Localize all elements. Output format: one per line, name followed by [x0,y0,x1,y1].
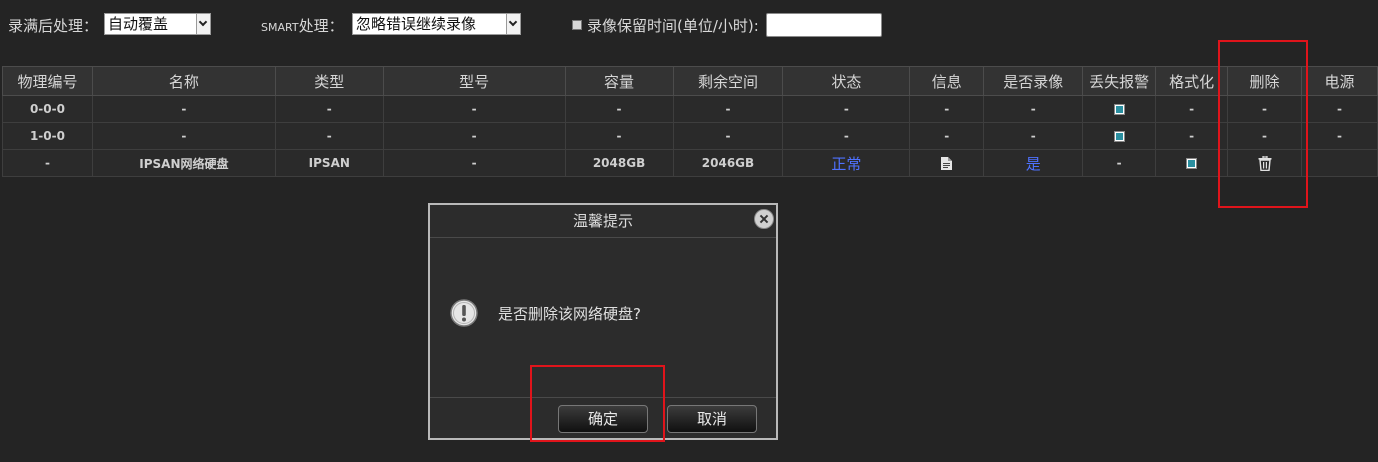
cell-lost-alarm [1082,122,1157,150]
col-header-type: 类型 [274,66,384,96]
cell-physical-id: 1-0-0 [2,122,93,150]
col-header-capacity: 容量 [564,66,674,96]
cell-physical-id: 0-0-0 [2,95,93,123]
confirm-delete-dialog: 温馨提示 是否删除该网络硬盘? 确定 取消 [428,203,778,440]
smart-label-suffix: 处理： [298,17,344,35]
overwrite-label: 录满后处理： [8,17,99,35]
cell-power: - [1300,122,1378,150]
cell-capacity: - [564,122,674,150]
cell-delete [1227,149,1302,177]
cell-free-space: 2046GB [672,149,784,177]
warning-icon [450,299,478,327]
cell-free-space: - [672,122,784,150]
cell-model: - [382,149,566,177]
cell-info: - [909,95,985,123]
col-header-delete: 删除 [1227,66,1302,96]
cell-recording: - [983,95,1084,123]
col-header-status: 状态 [782,66,911,96]
dialog-title: 温馨提示 [430,205,776,238]
cell-format: - [1155,95,1229,123]
cell-format [1155,149,1229,177]
cell-lost-alarm: - [1082,149,1157,177]
cell-format: - [1155,122,1229,150]
overwrite-select[interactable]: 自动覆盖 [104,13,211,35]
confirm-button[interactable]: 确定 [558,405,648,433]
col-header-format: 格式化 [1155,66,1229,96]
cell-status: - [782,122,911,150]
disk-management-page: 录满后处理： 自动覆盖 SMART处理： 忽略错误继续录像 录像保留时间(单位/… [0,0,1378,462]
cell-info: - [909,122,985,150]
cell-power: - [1300,95,1378,123]
chevron-down-icon [506,14,520,34]
cell-name: - [91,122,276,150]
cell-type: - [274,95,384,123]
cell-delete: - [1227,95,1302,123]
dialog-message: 是否删除该网络硬盘? [498,305,641,323]
cell-status[interactable]: 正常 [782,149,911,177]
lost-alarm-checkbox[interactable] [1113,131,1125,142]
dialog-divider [430,397,776,398]
col-header-physical-id: 物理编号 [2,66,93,96]
format-checkbox[interactable] [1186,158,1198,169]
cell-model: - [382,95,566,123]
col-header-free-space: 剩余空间 [672,66,784,96]
col-header-recording: 是否录像 [983,66,1084,96]
col-header-name: 名称 [91,66,276,96]
smart-select[interactable]: 忽略错误继续录像 [352,13,521,35]
trash-icon[interactable] [1258,155,1272,171]
cell-physical-id: - [2,149,93,177]
cell-model: - [382,122,566,150]
smart-label-prefix: SMART [261,21,299,34]
smart-select-value: 忽略错误继续录像 [356,15,477,33]
cell-info [909,149,985,177]
cell-delete: - [1227,122,1302,150]
retention-label: 录像保留时间(单位/小时): [587,17,759,35]
smart-label: SMART处理： [261,15,344,36]
table-row: 1-0-0 - - - - - - - - - - - [2,122,1378,150]
col-header-lost-alarm: 丢失报警 [1082,66,1157,96]
document-icon[interactable] [941,157,953,170]
col-header-model: 型号 [382,66,566,96]
overwrite-select-value: 自动覆盖 [108,15,169,33]
cell-capacity: - [564,95,674,123]
table-header-row: 物理编号 名称 类型 型号 容量 剩余空间 状态 信息 是否录像 丢失报警 格式… [2,66,1378,96]
table-row: 0-0-0 - - - - - - - - - - - [2,95,1378,123]
cell-power [1300,149,1378,177]
retention-input[interactable] [766,13,882,37]
close-icon[interactable] [754,209,774,229]
table-row: - IPSAN网络硬盘 IPSAN - 2048GB 2046GB 正常 是 - [2,149,1378,177]
col-header-power: 电源 [1300,66,1378,96]
cell-recording: - [983,122,1084,150]
cancel-button[interactable]: 取消 [667,405,757,433]
disk-table: 物理编号 名称 类型 型号 容量 剩余空间 状态 信息 是否录像 丢失报警 格式… [2,66,1378,177]
cell-recording[interactable]: 是 [983,149,1084,177]
disk-name: IPSAN网络硬盘 [139,156,229,171]
cell-capacity: 2048GB [564,149,674,177]
cell-free-space: - [672,95,784,123]
cell-type: IPSAN [274,149,384,177]
cell-name: - [91,95,276,123]
chevron-down-icon [196,14,210,34]
cell-status: - [782,95,911,123]
cell-lost-alarm [1082,95,1157,123]
col-header-info: 信息 [909,66,985,96]
cell-type: - [274,122,384,150]
cell-name: IPSAN网络硬盘 [91,149,276,177]
retention-checkbox[interactable] [572,20,582,30]
lost-alarm-checkbox[interactable] [1113,104,1125,115]
